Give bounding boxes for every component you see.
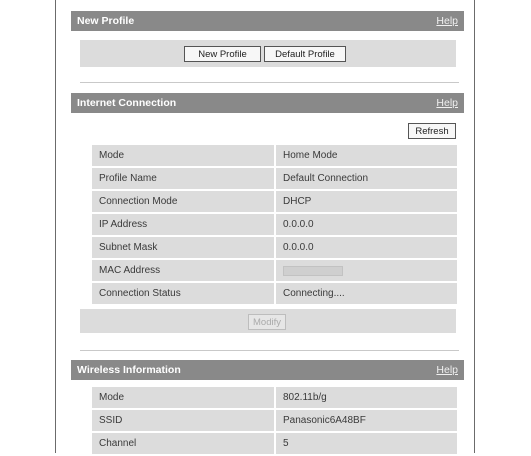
new-profile-title: New Profile <box>77 15 135 27</box>
redacted-mac-address <box>283 265 343 276</box>
row-label: MAC Address <box>92 260 274 281</box>
content-frame: New Profile Help New Profile Default Pro… <box>55 0 475 456</box>
wireless-information-header: Wireless Information Help <box>71 360 464 380</box>
table-row: MAC Address <box>92 260 457 281</box>
row-label: SSID <box>92 410 274 431</box>
row-value: Panasonic6A48BF <box>276 410 457 431</box>
table-row: Subnet Mask 0.0.0.0 <box>92 237 457 258</box>
row-value: Default Connection <box>276 168 457 189</box>
wireless-information-table: Mode 802.11b/g SSID Panasonic6A48BF Chan… <box>92 387 457 456</box>
mac-address-value <box>276 260 457 281</box>
row-value: DHCP <box>276 191 457 212</box>
table-row: Profile Name Default Connection <box>92 168 457 189</box>
internet-connection-title: Internet Connection <box>77 97 177 109</box>
table-row: Connection Mode DHCP <box>92 191 457 212</box>
table-row: Connection Status Connecting.... <box>92 283 457 304</box>
table-row: SSID Panasonic6A48BF <box>92 410 457 431</box>
modify-panel: Modify <box>80 309 456 333</box>
row-label: Connection Mode <box>92 191 274 212</box>
new-profile-help-link[interactable]: Help <box>436 15 458 27</box>
internet-connection-table: Mode Home Mode Profile Name Default Conn… <box>92 145 457 306</box>
wireless-information-help-link[interactable]: Help <box>436 364 458 376</box>
default-profile-button[interactable]: Default Profile <box>264 46 346 62</box>
row-label: Mode <box>92 145 274 166</box>
row-label: Mode <box>92 387 274 408</box>
row-value: Connecting.... <box>276 283 457 304</box>
new-profile-panel: New Profile Default Profile <box>80 40 456 67</box>
internet-connection-help-link[interactable]: Help <box>436 97 458 109</box>
table-row: Mode 802.11b/g <box>92 387 457 408</box>
row-label: Channel <box>92 433 274 454</box>
row-value: Home Mode <box>276 145 457 166</box>
internet-connection-header: Internet Connection Help <box>71 93 464 113</box>
table-row: Channel 5 <box>92 433 457 454</box>
row-label: Connection Status <box>92 283 274 304</box>
row-label: IP Address <box>92 214 274 235</box>
section-divider <box>80 82 459 83</box>
row-value: 5 <box>276 433 457 454</box>
row-value: 802.11b/g <box>276 387 457 408</box>
new-profile-header: New Profile Help <box>71 11 464 31</box>
row-label: Subnet Mask <box>92 237 274 258</box>
row-value: 0.0.0.0 <box>276 237 457 258</box>
new-profile-button[interactable]: New Profile <box>184 46 261 62</box>
row-value: 0.0.0.0 <box>276 214 457 235</box>
row-label: Profile Name <box>92 168 274 189</box>
refresh-button[interactable]: Refresh <box>408 123 456 139</box>
section-divider <box>80 350 459 351</box>
wireless-information-title: Wireless Information <box>77 364 181 376</box>
modify-button[interactable]: Modify <box>248 314 286 330</box>
table-row: IP Address 0.0.0.0 <box>92 214 457 235</box>
table-row: Mode Home Mode <box>92 145 457 166</box>
